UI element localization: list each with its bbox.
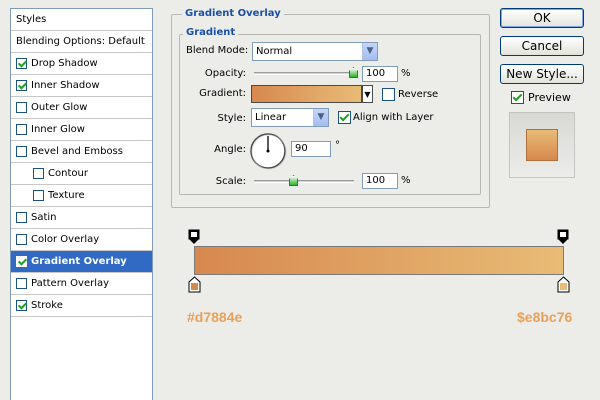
sidebar-item-drop-shadow[interactable]: Drop Shadow xyxy=(11,53,152,75)
opacity-slider-track[interactable] xyxy=(254,72,354,75)
gradient-bar[interactable] xyxy=(194,246,564,275)
angle-dial[interactable] xyxy=(249,132,287,170)
styles-list: Styles Blending Options: Default Drop Sha… xyxy=(10,8,153,400)
opacity-label: Opacity: xyxy=(204,68,246,79)
style-checkbox[interactable] xyxy=(16,300,27,311)
style-checkbox[interactable] xyxy=(16,234,27,245)
color-stop-right[interactable] xyxy=(557,276,570,296)
scale-slider-track[interactable] xyxy=(254,180,354,183)
blend-mode-label: Blend Mode: xyxy=(186,45,249,56)
sidebar-item-label: Inner Glow xyxy=(31,124,85,135)
angle-input[interactable]: 90 xyxy=(291,141,331,157)
new-style-button[interactable]: New Style... xyxy=(500,64,584,84)
style-checkbox[interactable] xyxy=(16,102,27,113)
preview-label: Preview xyxy=(528,91,571,104)
reverse-label: Reverse xyxy=(398,89,439,100)
chevron-down-icon: ▼ xyxy=(364,89,371,99)
sidebar-item-label: Outer Glow xyxy=(31,102,88,113)
sidebar-item-label: Satin xyxy=(31,212,57,223)
gradient-overlay-title: Gradient Overlay xyxy=(182,8,284,20)
gradient-label: Gradient: xyxy=(199,88,246,99)
style-checkbox[interactable] xyxy=(16,146,27,157)
sidebar-item-bevel-and-emboss[interactable]: Bevel and Emboss xyxy=(11,141,152,163)
opacity-percent: % xyxy=(401,68,411,79)
style-checkbox[interactable] xyxy=(33,168,44,179)
style-value: Linear xyxy=(255,112,287,123)
sidebar-item-label: Pattern Overlay xyxy=(31,278,110,289)
style-checkbox[interactable] xyxy=(16,256,27,267)
style-label: Style: xyxy=(217,113,247,124)
chevron-down-icon[interactable]: ▼ xyxy=(362,43,377,60)
preview-checkbox[interactable] xyxy=(511,91,524,104)
sidebar-item-contour[interactable]: Contour xyxy=(11,163,152,185)
sidebar-item-label: Inner Shadow xyxy=(31,80,100,91)
sidebar-item-blending-options-default[interactable]: Blending Options: Default xyxy=(11,31,152,53)
style-checkbox[interactable] xyxy=(33,190,44,201)
style-checkbox[interactable] xyxy=(16,278,27,289)
opacity-input[interactable]: 100 xyxy=(362,66,398,82)
sidebar-item-stroke[interactable]: Stroke xyxy=(11,295,152,317)
scale-label: Scale: xyxy=(215,176,246,187)
ok-button[interactable]: OK xyxy=(500,8,584,28)
align-with-layer-label: Align with Layer xyxy=(353,112,434,123)
align-with-layer-checkbox[interactable] xyxy=(338,111,351,124)
sidebar-item-satin[interactable]: Satin xyxy=(11,207,152,229)
sidebar-item-gradient-overlay[interactable]: Gradient Overlay xyxy=(11,251,152,273)
sidebar-item-label: Gradient Overlay xyxy=(31,256,127,267)
preview-thumbnail xyxy=(509,112,575,178)
scale-input[interactable]: 100 xyxy=(362,173,398,189)
color-stop-left[interactable] xyxy=(188,276,201,296)
blend-mode-value: Normal xyxy=(256,46,293,57)
sidebar-item-outer-glow[interactable]: Outer Glow xyxy=(11,97,152,119)
style-checkbox[interactable] xyxy=(16,212,27,223)
end-color-label: $e8bc76 xyxy=(517,309,573,325)
sidebar-item-label: Bevel and Emboss xyxy=(31,146,123,157)
sidebar-item-color-overlay[interactable]: Color Overlay xyxy=(11,229,152,251)
gradient-picker[interactable] xyxy=(251,85,362,103)
style-checkbox[interactable] xyxy=(16,124,27,135)
sidebar-item-texture[interactable]: Texture xyxy=(11,185,152,207)
style-checkbox[interactable] xyxy=(16,80,27,91)
cancel-button[interactable]: Cancel xyxy=(500,36,584,56)
angle-label: Angle: xyxy=(214,144,246,155)
styles-header: Styles xyxy=(11,9,152,31)
sidebar-item-pattern-overlay[interactable]: Pattern Overlay xyxy=(11,273,152,295)
style-dropdown[interactable]: Linear ▼ xyxy=(251,108,329,127)
style-checkbox[interactable] xyxy=(16,58,27,69)
preview-swatch xyxy=(526,129,558,161)
sidebar-item-label: Drop Shadow xyxy=(31,58,98,69)
scale-percent: % xyxy=(401,175,411,186)
start-color-label: #d7884e xyxy=(187,309,243,325)
reverse-checkbox[interactable] xyxy=(382,88,395,101)
degree-symbol: ° xyxy=(335,140,340,151)
sidebar-item-label: Stroke xyxy=(31,300,63,311)
sidebar-item-label: Contour xyxy=(48,168,88,179)
sidebar-item-label: Texture xyxy=(48,190,85,201)
gradient-picker-arrow[interactable]: ▼ xyxy=(362,85,373,103)
sidebar-item-inner-shadow[interactable]: Inner Shadow xyxy=(11,75,152,97)
sidebar-item-label: Blending Options: Default xyxy=(16,36,145,47)
gradient-section-title: Gradient xyxy=(183,27,239,39)
blend-mode-dropdown[interactable]: Normal ▼ xyxy=(252,42,378,61)
sidebar-item-label: Color Overlay xyxy=(31,234,100,245)
sidebar-item-inner-glow[interactable]: Inner Glow xyxy=(11,119,152,141)
chevron-down-icon[interactable]: ▼ xyxy=(313,109,328,126)
